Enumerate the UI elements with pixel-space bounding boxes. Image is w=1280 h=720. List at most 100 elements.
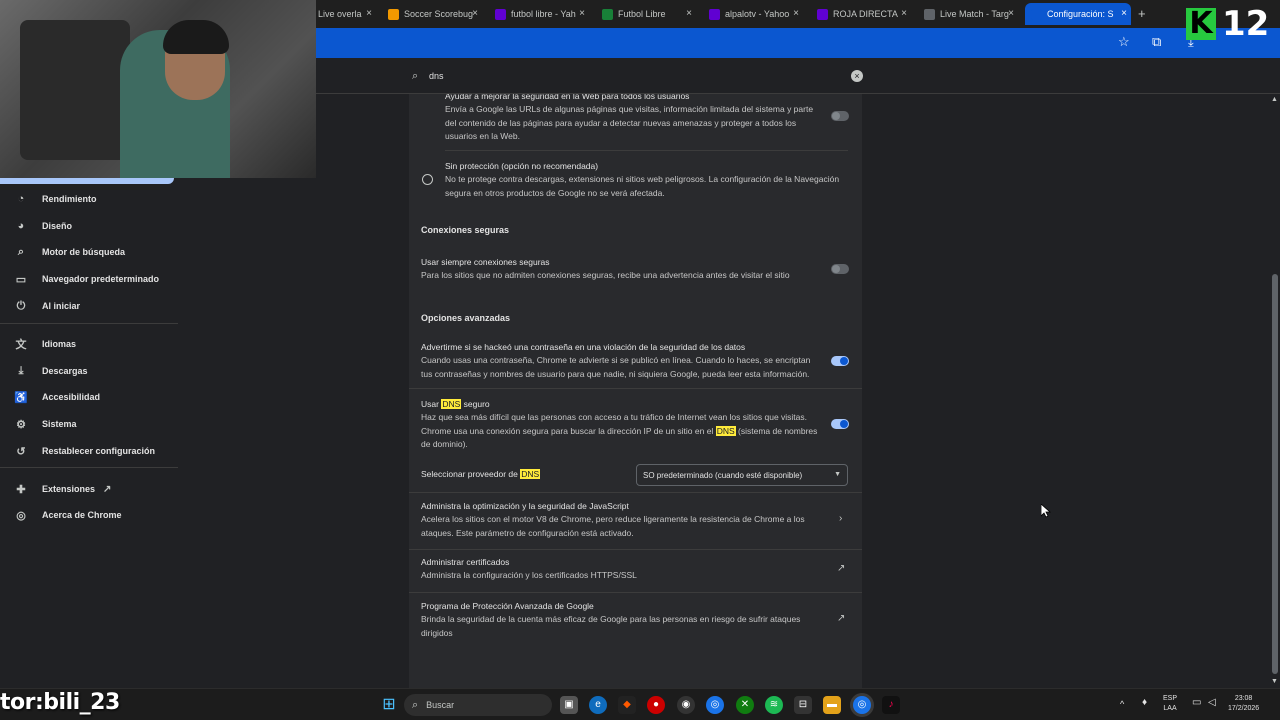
close-tab-icon[interactable]: × — [579, 8, 585, 19]
microphone-icon[interactable]: ♦ — [1142, 698, 1147, 708]
scroll-down-icon[interactable]: ▼ — [1271, 678, 1278, 685]
channel-logo-letter: K — [1186, 8, 1216, 40]
close-tab-icon[interactable]: × — [793, 8, 799, 19]
extensions-icon[interactable]: ⧉ — [1152, 34, 1161, 50]
tray-overflow-icon[interactable]: ^ — [1120, 699, 1124, 709]
sidebar-item-motor-busqueda[interactable]: ⌕ Motor de búsqueda — [0, 240, 178, 264]
volume-icon[interactable]: ◁ — [1208, 698, 1216, 708]
close-tab-icon[interactable]: × — [1121, 8, 1127, 19]
channel-logo-number: 12 — [1222, 4, 1270, 44]
search-highlight: DNS — [715, 425, 736, 436]
tab-5[interactable]: ROJA DIRECTA × — [811, 3, 911, 25]
tab-0[interactable]: Live overla × — [312, 3, 376, 25]
windows-taskbar: ⊞ ⌕ Buscar ▣ e ◆ ● ◉ ◎ ✕ ≋ ⊟ ▬ ◎ ♪ ^ ♦ ES… — [0, 688, 1280, 720]
sidebar-item-label: Accesibilidad — [42, 392, 101, 402]
dns-provider-label: Seleccionar proveedor de DNS — [421, 468, 631, 481]
external-link-icon[interactable]: ↗ — [837, 613, 845, 624]
github-icon[interactable]: ◉ — [677, 696, 695, 714]
always-https-row: Usar siempre conexiones seguras Para los… — [421, 256, 816, 283]
password-leak-desc: Cuando usas una contraseña, Chrome te ad… — [421, 355, 811, 379]
external-link-icon: ↗ — [103, 483, 112, 495]
no-protection-title: Sin protección (opción no recomendada) — [445, 161, 599, 171]
close-tab-icon[interactable]: × — [366, 8, 372, 19]
scroll-up-icon[interactable]: ▲ — [1271, 96, 1278, 103]
network-icon[interactable]: ▭ — [1192, 698, 1201, 708]
certificates-title: Administrar certificados — [421, 557, 510, 567]
chrome-icon[interactable]: ◎ — [706, 696, 724, 714]
language-code: ESP — [1163, 695, 1178, 702]
close-tab-icon[interactable]: × — [472, 8, 478, 19]
sidebar-item-acerca-chrome[interactable]: ◎ Acerca de Chrome — [0, 503, 178, 527]
translate-icon: 文 — [15, 339, 27, 351]
tab-3[interactable]: Futbol Libre × — [596, 3, 696, 25]
bookmark-star-icon[interactable]: ☆ — [1118, 34, 1130, 50]
language-indicator[interactable]: ESP LAA — [1163, 694, 1177, 714]
steam-icon[interactable]: ⊟ — [794, 696, 812, 714]
tab-4[interactable]: alpalotv - Yahoo × — [703, 3, 803, 25]
webcam-overlay — [0, 0, 316, 178]
external-link-icon[interactable]: ↗ — [837, 563, 845, 574]
secure-dns-toggle[interactable] — [831, 419, 849, 429]
no-protection-radio[interactable] — [422, 174, 433, 185]
xbox-icon[interactable]: ✕ — [736, 696, 754, 714]
search-icon: ⌕ — [17, 245, 25, 258]
sidebar-item-accesibilidad[interactable]: ♿ Accesibilidad — [0, 385, 178, 409]
sidebar-divider — [0, 467, 178, 468]
v8-optimizer-title: Administra la optimización y la segurida… — [421, 501, 629, 511]
close-tab-icon[interactable]: × — [1008, 8, 1014, 19]
sidebar-item-label: Restablecer configuración — [42, 446, 156, 456]
settings-search-input[interactable]: ⌕ dns — [412, 65, 872, 87]
spotify-icon[interactable]: ≋ — [765, 696, 783, 714]
certificates-row[interactable]: Administrar certificados Administra la c… — [421, 556, 816, 583]
sidebar-item-label: Al iniciar — [42, 301, 81, 311]
security-settings-card: Ayudar a mejorar la seguridad en la Web … — [409, 94, 862, 688]
divider — [409, 549, 862, 550]
clear-search-icon[interactable]: × — [851, 70, 863, 82]
close-tab-icon[interactable]: × — [901, 8, 907, 19]
clock-date: 17/2/2026 — [1228, 705, 1260, 712]
chrome-active-icon[interactable]: ◎ — [853, 696, 871, 714]
no-protection-desc: No te protege contra descargas, extensio… — [445, 174, 840, 198]
edge-icon[interactable]: e — [589, 696, 607, 714]
download-icon: ⤓ — [18, 364, 24, 377]
sidebar-item-diseno[interactable]: ◕ Diseño — [0, 214, 178, 238]
obs-like-icon[interactable]: ◆ — [618, 696, 636, 714]
sidebar-item-extensiones[interactable]: ✚ Extensiones ↗ — [0, 477, 178, 501]
sidebar-item-navegador-predeterminado[interactable]: ▭ Navegador predeterminado — [0, 267, 178, 291]
webcam-person-hair — [163, 20, 229, 54]
sidebar-item-al-iniciar[interactable]: ⏻ Al iniciar — [0, 294, 178, 318]
clock[interactable]: 23:08 17/2/2026 — [1228, 694, 1259, 714]
u-icon — [388, 8, 399, 20]
sidebar-item-idiomas[interactable]: 文 Idiomas — [0, 332, 178, 356]
tab-2[interactable]: futbol libre - Yah × — [489, 3, 589, 25]
tab-7[interactable]: Configuración: S × — [1025, 3, 1131, 25]
search-input-value: dns — [429, 71, 444, 81]
taskbar-search[interactable]: ⌕ Buscar — [404, 694, 552, 716]
sidebar-item-restablecer[interactable]: ↺ Restablecer configuración — [0, 439, 178, 463]
accessibility-icon: ♿ — [14, 391, 28, 404]
sidebar-item-rendimiento[interactable]: ◔ Rendimiento — [0, 187, 178, 211]
v8-optimizer-row[interactable]: Administra la optimización y la segurida… — [421, 500, 816, 540]
windows-start-icon[interactable]: ⊞ — [380, 696, 398, 714]
tiktok-icon[interactable]: ♪ — [882, 696, 900, 714]
folder-icon[interactable]: ▬ — [823, 696, 841, 714]
dns-provider-select[interactable]: SO predeterminado (cuando esté disponibl… — [636, 464, 848, 486]
close-tab-icon[interactable]: × — [686, 8, 692, 19]
advanced-protection-row[interactable]: Programa de Protección Avanzada de Googl… — [421, 600, 816, 640]
chevron-right-icon[interactable]: › — [839, 513, 842, 524]
sidebar-item-sistema[interactable]: ⚙ Sistema — [0, 412, 178, 436]
sidebar-item-descargas[interactable]: ⤓ Descargas — [0, 359, 178, 383]
improve-security-toggle[interactable] — [831, 111, 849, 121]
tab-label: futbol libre - Yah — [511, 9, 576, 19]
new-tab-button[interactable]: + — [1138, 6, 1146, 21]
password-leak-toggle[interactable] — [831, 356, 849, 366]
record-icon[interactable]: ● — [647, 696, 665, 714]
scrollbar-thumb[interactable] — [1272, 274, 1278, 674]
advanced-options-heading: Opciones avanzadas — [421, 313, 511, 323]
tab-label: Futbol Libre — [618, 9, 666, 19]
always-https-toggle[interactable] — [831, 264, 849, 274]
page-scrollbar[interactable]: ▲ ▼ — [1270, 94, 1280, 688]
task-view-icon[interactable]: ▣ — [560, 696, 578, 714]
tab-6[interactable]: Live Match - Targ × — [918, 3, 1018, 25]
tab-1[interactable]: Soccer Scorebug × — [382, 3, 482, 25]
